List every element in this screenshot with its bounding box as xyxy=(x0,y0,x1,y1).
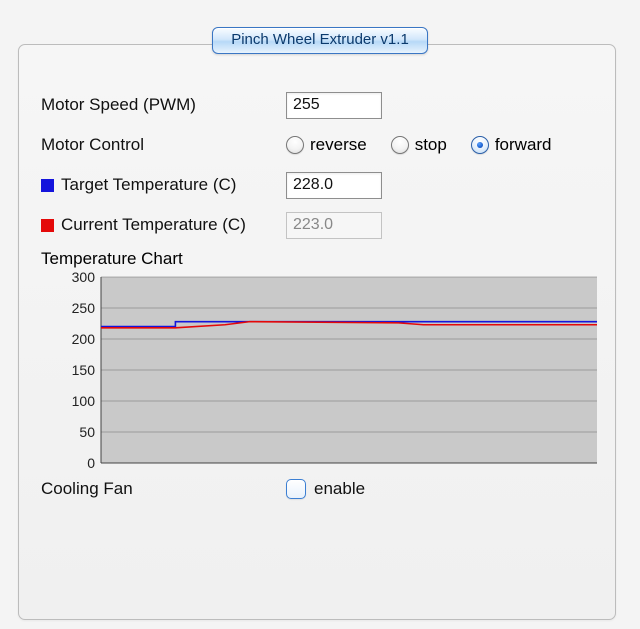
radio-reverse-label: reverse xyxy=(310,135,367,155)
motor-control-radio-group: reverse stop forward xyxy=(286,135,552,155)
chart-title: Temperature Chart xyxy=(41,249,593,269)
target-temp-swatch xyxy=(41,179,54,192)
tab-label: Pinch Wheel Extruder v1.1 xyxy=(231,31,409,48)
current-temp-label: Current Temperature (C) xyxy=(61,215,246,235)
svg-text:100: 100 xyxy=(72,393,96,409)
radio-reverse[interactable]: reverse xyxy=(286,135,367,155)
temperature-chart-svg: 0 50 100 150 200 250 300 xyxy=(41,271,601,471)
row-current-temp: Current Temperature (C) xyxy=(41,205,593,245)
cooling-fan-label: Cooling Fan xyxy=(41,479,133,499)
svg-text:0: 0 xyxy=(87,455,95,471)
target-temp-label: Target Temperature (C) xyxy=(61,175,236,195)
svg-text:150: 150 xyxy=(72,362,96,378)
svg-text:50: 50 xyxy=(79,424,95,440)
radio-forward-label: forward xyxy=(495,135,552,155)
radio-stop[interactable]: stop xyxy=(391,135,447,155)
target-temp-input[interactable] xyxy=(286,172,382,199)
tab-extruder[interactable]: Pinch Wheel Extruder v1.1 xyxy=(212,27,428,55)
motor-speed-input[interactable] xyxy=(286,92,382,119)
svg-text:250: 250 xyxy=(72,300,96,316)
row-motor-speed: Motor Speed (PWM) xyxy=(41,85,593,125)
motor-speed-label: Motor Speed (PWM) xyxy=(41,95,196,115)
extruder-panel: Motor Speed (PWM) Motor Control reverse … xyxy=(18,44,616,620)
svg-text:200: 200 xyxy=(72,331,96,347)
radio-stop-label: stop xyxy=(415,135,447,155)
svg-text:300: 300 xyxy=(72,271,96,285)
current-temp-display xyxy=(286,212,382,239)
current-temp-swatch xyxy=(41,219,54,232)
temperature-chart: 0 50 100 150 200 250 300 xyxy=(41,271,601,471)
cooling-fan-checkbox[interactable] xyxy=(286,479,306,499)
row-target-temp: Target Temperature (C) xyxy=(41,165,593,205)
motor-control-label: Motor Control xyxy=(41,135,144,155)
radio-icon xyxy=(286,136,304,154)
row-motor-control: Motor Control reverse stop forward xyxy=(41,125,593,165)
row-cooling-fan: Cooling Fan enable xyxy=(41,479,593,499)
radio-icon xyxy=(471,136,489,154)
cooling-fan-option-label: enable xyxy=(314,479,365,499)
radio-forward[interactable]: forward xyxy=(471,135,552,155)
radio-icon xyxy=(391,136,409,154)
